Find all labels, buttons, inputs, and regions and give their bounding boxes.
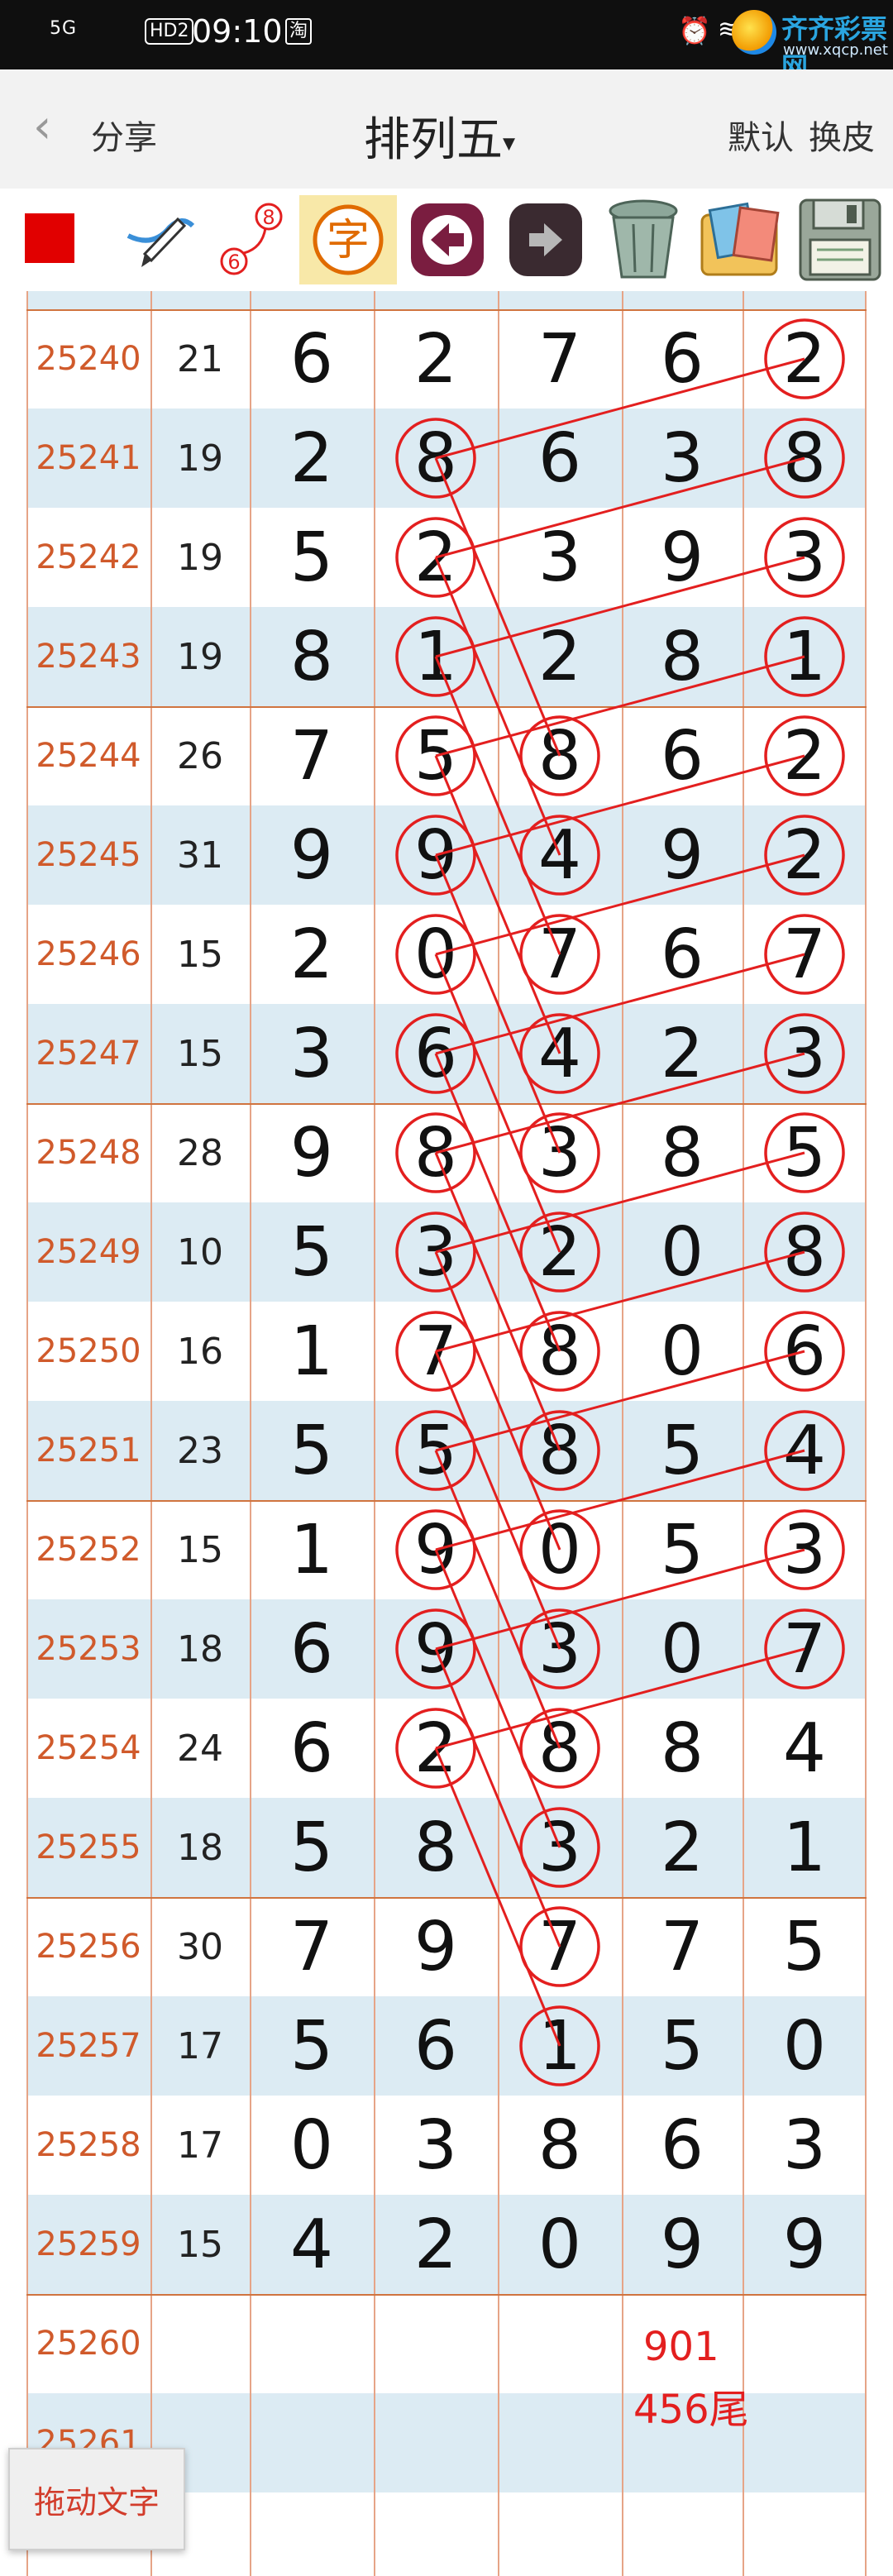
text-tool-icon[interactable]: 字 bbox=[299, 195, 397, 284]
connect-line bbox=[435, 1647, 805, 1750]
connect-line bbox=[435, 953, 805, 1055]
pen-draw-icon[interactable] bbox=[116, 195, 207, 284]
lottery-type-selector[interactable]: 排列五▾ bbox=[364, 103, 515, 170]
nav-right-buttons: 默认 换皮 bbox=[713, 111, 875, 159]
connect-line bbox=[434, 656, 561, 955]
gallery-icon[interactable] bbox=[695, 195, 787, 284]
annotation-line-2: 456尾 bbox=[633, 2387, 749, 2433]
share-button[interactable]: 分享 bbox=[91, 111, 157, 159]
connect-line bbox=[434, 854, 561, 1154]
connect-line bbox=[435, 357, 805, 460]
undo-arrow-icon[interactable] bbox=[401, 195, 494, 284]
connect-line bbox=[435, 655, 805, 758]
annotation-line-1: 901 bbox=[643, 2324, 719, 2370]
connect-line bbox=[434, 1648, 561, 1948]
app-notification-icon: 淘 bbox=[285, 18, 313, 45]
connect-line bbox=[435, 754, 805, 857]
connect-line bbox=[435, 1449, 805, 1551]
save-disk-icon[interactable] bbox=[792, 195, 887, 284]
connect-line bbox=[434, 1053, 561, 1352]
connect-line bbox=[435, 1151, 805, 1254]
chevron-left-icon[interactable]: ‹ bbox=[33, 103, 51, 152]
default-button[interactable]: 默认 bbox=[728, 119, 794, 157]
drawing-toolbar: 8 6 字 bbox=[0, 189, 893, 291]
connect-line bbox=[434, 1350, 561, 1650]
logo-url: www.xqcp.net bbox=[783, 41, 888, 59]
trash-bin-icon[interactable] bbox=[597, 195, 690, 284]
dots-label-6: 6 bbox=[227, 251, 240, 274]
drawing-overlay bbox=[395, 318, 845, 2086]
clock: 09:10 bbox=[192, 13, 283, 50]
status-bar: 5G HD2 09:10 淘 ⏰ ≋ 齐齐彩票网 www.xqcp.net bbox=[0, 0, 893, 83]
connect-dots-icon[interactable]: 8 6 bbox=[211, 195, 294, 284]
connect-line bbox=[434, 1747, 561, 2047]
connect-line bbox=[434, 755, 561, 1054]
connect-line bbox=[434, 953, 561, 1253]
logo-emblem-icon bbox=[732, 10, 776, 55]
alarm-icon: ⏰ bbox=[678, 15, 711, 46]
connect-line bbox=[435, 1350, 805, 1452]
connect-line bbox=[435, 1548, 805, 1651]
connect-line bbox=[434, 1251, 561, 1551]
connect-line bbox=[435, 456, 805, 559]
hd-indicator: HD2 bbox=[145, 18, 194, 45]
nav-bar: ‹ 分享 排列五▾ 默认 换皮 bbox=[0, 69, 893, 189]
connect-line bbox=[435, 556, 805, 658]
drag-text-button[interactable]: 拖动文字 bbox=[8, 2448, 185, 2550]
connect-line bbox=[435, 853, 805, 956]
connect-line bbox=[434, 557, 561, 856]
dots-label-8: 8 bbox=[262, 206, 275, 229]
connect-line bbox=[435, 1052, 805, 1154]
text-tool-glyph: 字 bbox=[327, 216, 370, 265]
connect-line bbox=[434, 1549, 561, 1848]
change-skin-button[interactable]: 换皮 bbox=[809, 119, 875, 157]
page-title: 排列五 bbox=[364, 113, 503, 167]
connect-line bbox=[435, 1250, 805, 1353]
connect-line bbox=[434, 1450, 561, 1749]
connect-line bbox=[434, 457, 561, 757]
connect-line bbox=[434, 1152, 561, 1451]
draw-grid[interactable]: 25240 21 6 2 7 6 2 25241 19 2 8 6 3 8 25242 19 5 2 3 9 3 2524… bbox=[26, 291, 867, 2576]
signal-indicator: 5G bbox=[50, 18, 78, 39]
caret-down-icon: ▾ bbox=[503, 128, 516, 158]
redo-arrow-icon[interactable] bbox=[499, 195, 592, 284]
red-color-swatch[interactable] bbox=[25, 213, 74, 263]
site-logo: 齐齐彩票网 www.xqcp.net bbox=[732, 5, 889, 83]
